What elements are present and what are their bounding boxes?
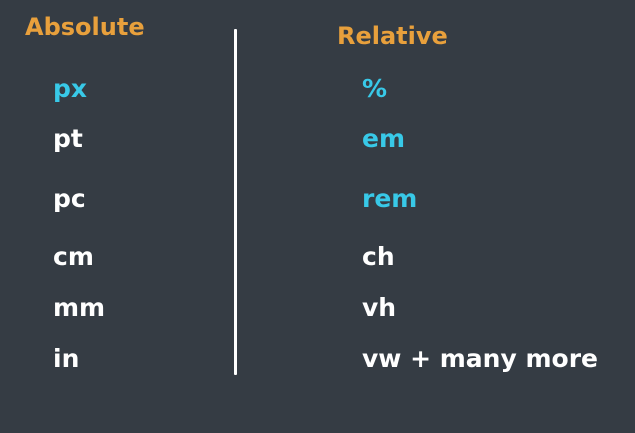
absolute-unit-item: mm	[53, 293, 106, 322]
relative-unit-item: em	[362, 124, 406, 153]
absolute-unit-item: pt	[53, 124, 83, 153]
absolute-unit-item: px	[53, 74, 88, 103]
relative-unit-item: vw + many more	[362, 344, 598, 373]
relative-unit-item: ch	[362, 242, 395, 271]
relative-unit-item: %	[362, 74, 388, 103]
absolute-unit-item: pc	[53, 184, 86, 213]
relative-heading: Relative	[337, 22, 448, 50]
absolute-unit-item: cm	[53, 242, 94, 271]
absolute-unit-item: in	[53, 344, 80, 373]
relative-unit-item: rem	[362, 184, 418, 213]
relative-unit-item: vh	[362, 293, 397, 322]
absolute-heading: Absolute	[25, 13, 145, 41]
column-divider	[234, 29, 237, 375]
